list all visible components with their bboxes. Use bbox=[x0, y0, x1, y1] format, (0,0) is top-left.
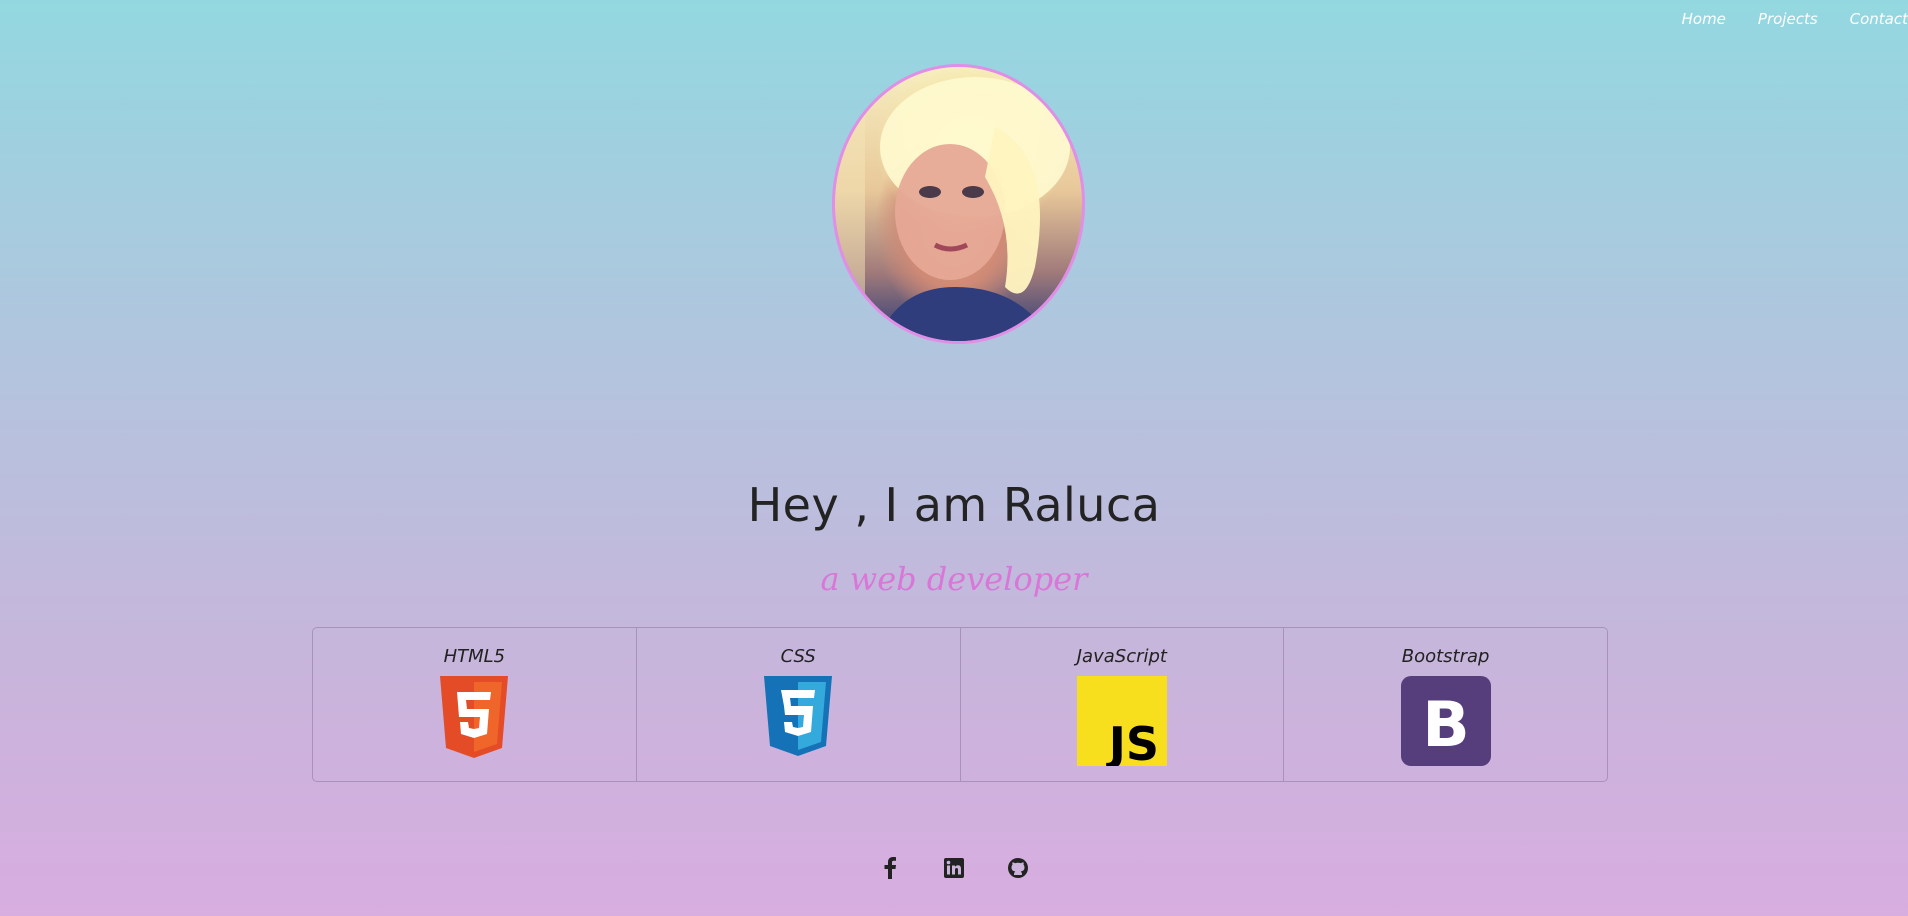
hero-subtitle: a web developer bbox=[820, 560, 1088, 598]
svg-text:JS: JS bbox=[1106, 717, 1159, 766]
facebook-icon[interactable] bbox=[878, 856, 902, 880]
skill-name: Bootstrap bbox=[1401, 646, 1490, 667]
skill-card-css: CSS bbox=[637, 628, 961, 781]
hero-title: Hey , I am Raluca bbox=[747, 478, 1161, 532]
skill-card-javascript: JavaScript JS bbox=[961, 628, 1285, 781]
skills-grid: HTML5 CSS JavaScript JS Bootstrap B bbox=[312, 627, 1608, 782]
skill-name: CSS bbox=[780, 646, 816, 667]
skill-name: HTML5 bbox=[443, 646, 506, 667]
nav-projects-link[interactable]: Projects bbox=[1758, 10, 1818, 28]
social-links bbox=[0, 856, 1908, 880]
svg-text:B: B bbox=[1422, 688, 1469, 761]
skill-card-html5: HTML5 bbox=[313, 628, 637, 781]
bootstrap-icon: B bbox=[1400, 676, 1491, 770]
css3-icon bbox=[764, 676, 833, 760]
skill-name: JavaScript bbox=[1076, 646, 1167, 667]
profile-photo bbox=[835, 67, 1070, 341]
nav-home-link[interactable]: Home bbox=[1682, 10, 1726, 28]
top-nav: Home Projects Contact bbox=[1682, 10, 1908, 28]
linkedin-icon[interactable] bbox=[942, 856, 966, 880]
nav-contact-link[interactable]: Contact bbox=[1850, 10, 1908, 28]
javascript-icon: JS bbox=[1076, 676, 1167, 771]
skill-card-bootstrap: Bootstrap B bbox=[1284, 628, 1607, 781]
html5-icon bbox=[440, 676, 509, 762]
profile-avatar bbox=[832, 64, 1085, 344]
github-icon[interactable] bbox=[1006, 856, 1030, 880]
